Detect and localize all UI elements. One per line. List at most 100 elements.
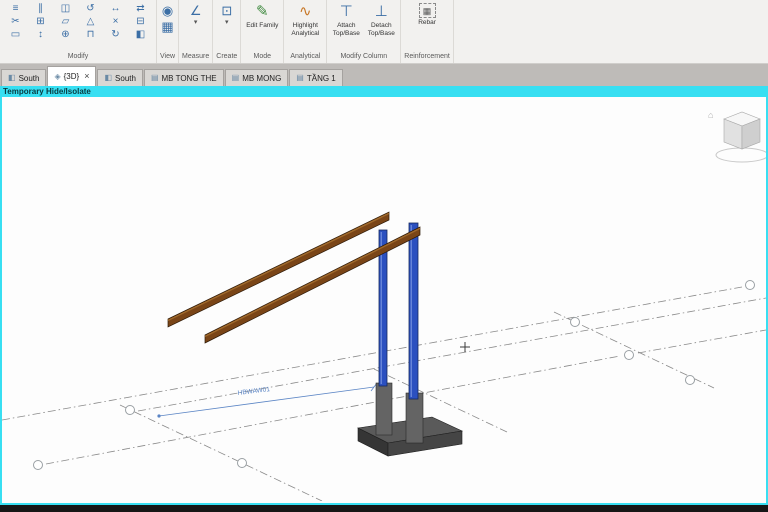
ribbon-panel-reinforcement: ▦Rebar Reinforcement (401, 0, 454, 63)
grid-bubble[interactable] (625, 351, 634, 360)
edit-family-button[interactable]: ✎Edit Family (244, 2, 280, 30)
viewcube-home-icon[interactable]: ⌂ (708, 110, 713, 120)
dropdown-arrow-icon[interactable]: ▾ (194, 20, 198, 26)
create-group-icon[interactable]: ⊡ (221, 4, 232, 18)
trim-icon[interactable]: △ (78, 15, 103, 28)
visibility-icon[interactable]: ◉ (162, 4, 173, 18)
view-tab-3d[interactable]: ◈ {3D} × (47, 66, 96, 86)
unjoin-icon[interactable]: ↻ (103, 28, 128, 41)
join-icon[interactable]: ⊕ (53, 28, 78, 41)
attach-top-base-icon: ⊤ (340, 3, 353, 21)
panel-label: View (160, 52, 175, 62)
modify-icon-grid: ≡∥◫↺↔⇄ ✂⊞▱△×⊟ ▭↕⊕⊓↻◧ (3, 2, 153, 41)
measure-icon[interactable]: ∠ (190, 4, 202, 18)
panel-label: Create (216, 52, 237, 62)
elevation-icon: ◧ (8, 74, 16, 82)
rotate-icon[interactable]: ↺ (78, 2, 103, 15)
cope-icon[interactable]: ⊓ (78, 28, 103, 41)
tab-label: {3D} (64, 72, 80, 81)
steel-column[interactable] (409, 223, 418, 399)
rebar-label: Rebar (418, 19, 436, 27)
match-icon[interactable]: ▭ (3, 28, 28, 41)
grid-bubble[interactable] (238, 459, 247, 468)
dropdown-arrow-icon[interactable]: ▾ (225, 20, 229, 26)
detach-top-base-label: Detach Top/Base (365, 22, 397, 37)
elevation-icon: ◧ (104, 74, 112, 82)
plan-icon: ▤ (232, 74, 240, 82)
tab-label: South (115, 74, 136, 83)
status-bar (0, 505, 768, 512)
panel-body: ▦Rebar (404, 2, 450, 52)
panel-body: ≡∥◫↺↔⇄ ✂⊞▱△×⊟ ▭↕⊕⊓↻◧ (3, 2, 153, 52)
view-tab-bar: ◧South◈{3D}×◧South▤MB TONG THE▤MB MONG▤T… (0, 64, 768, 86)
ribbon-panel-modify: ≡∥◫↺↔⇄ ✂⊞▱△×⊟ ▭↕⊕⊓↻◧ Modify (0, 0, 157, 63)
view-tab-mb-tong-the[interactable]: ▤MB TONG THE (144, 69, 224, 86)
ribbon-panel-modify-column: ⊤Attach Top/Base⊥Detach Top/BaseModify C… (327, 0, 401, 63)
panel-label: Modify (3, 52, 153, 62)
panel-body: ✎Edit Family (244, 2, 280, 52)
view-tab-mb-mong[interactable]: ▤MB MONG (225, 69, 289, 86)
delete-icon[interactable]: × (103, 15, 128, 28)
ribbon-panel-create: ⊡▾Create (213, 0, 241, 63)
tab-label: South (19, 74, 40, 83)
grid-bubble[interactable] (126, 406, 135, 415)
edit-family-label: Edit Family (246, 22, 278, 30)
panel-label: Reinforcement (404, 52, 450, 62)
concrete-pedestal[interactable] (406, 393, 423, 443)
panel-body: ⊤Attach Top/Base⊥Detach Top/Base (330, 2, 397, 52)
view-tools: ◉▦ (161, 2, 173, 34)
offset-icon[interactable]: ∥ (28, 2, 53, 15)
ribbon: ≡∥◫↺↔⇄✂⊞▱△×⊟▭↕⊕⊓↻◧Modify◉▦View∠▾Measure⊡… (0, 0, 768, 64)
rebar-button[interactable]: ▦Rebar (409, 2, 445, 27)
plan-icon: ▤ (151, 74, 159, 82)
mirror-icon[interactable]: ◫ (53, 2, 78, 15)
align-icon[interactable]: ≡ (3, 2, 28, 15)
temporary-hide-isolate-banner: Temporary Hide/Isolate (0, 86, 768, 97)
rebar-icon: ▦ (419, 3, 436, 18)
copy-icon[interactable]: ⇄ (128, 2, 153, 15)
split-icon[interactable]: ✂ (3, 15, 28, 28)
view-tab-south[interactable]: ◧South (1, 69, 46, 86)
ribbon-panel-mode: ✎Edit FamilyMode (241, 0, 284, 63)
3d-view-icon: ◈ (54, 73, 60, 81)
edit-family-icon: ✎ (256, 3, 269, 21)
highlight-analytical-button[interactable]: ∿Highlight Analytical (287, 2, 323, 37)
extend-icon[interactable]: ↕ (28, 28, 53, 41)
dimension-start-dot (157, 414, 160, 417)
grid-bubble[interactable] (571, 318, 580, 327)
tab-label: TẦNG 1 (307, 74, 336, 83)
grid-line[interactable] (638, 330, 766, 353)
panel-body: ∠▾ (182, 2, 209, 52)
grid-bubble[interactable] (34, 461, 43, 470)
ribbon-panel-view: ◉▦View (157, 0, 179, 63)
attach-top-base-button[interactable]: ⊤Attach Top/Base (330, 2, 362, 37)
viewcube-compass-ring[interactable] (716, 148, 766, 162)
view-tab-south[interactable]: ◧South (97, 69, 142, 86)
panel-body: ∿Highlight Analytical (287, 2, 323, 52)
paint-icon[interactable]: ◧ (128, 28, 153, 41)
highlight-analytical-icon: ∿ (299, 3, 312, 21)
array-icon[interactable]: ⊞ (28, 15, 53, 28)
scale-icon[interactable]: ▱ (53, 15, 78, 28)
pin-icon[interactable]: ⊟ (128, 15, 153, 28)
view-tab-t-ng-1[interactable]: ▤TẦNG 1 (289, 69, 342, 86)
3d-scene: HBWAW01 ⌂ (2, 97, 766, 501)
grid-bubble[interactable] (746, 281, 755, 290)
grid-line[interactable] (138, 298, 766, 411)
grid-line[interactable] (120, 405, 322, 501)
dimension-label[interactable]: HBWAW01 (237, 386, 270, 397)
attach-top-base-label: Attach Top/Base (330, 22, 362, 37)
ribbon-panel-measure: ∠▾Measure (179, 0, 213, 63)
close-tab-icon[interactable]: × (84, 72, 89, 81)
panel-body: ◉▦ (160, 2, 175, 52)
drawing-area[interactable]: HBWAW01 ⌂ (0, 97, 768, 505)
move-icon[interactable]: ↔ (103, 2, 128, 15)
detach-top-base-icon: ⊥ (375, 3, 388, 21)
detach-top-base-button[interactable]: ⊥Detach Top/Base (365, 2, 397, 37)
concrete-pedestal[interactable] (376, 383, 392, 435)
panel-label: Analytical (287, 52, 323, 62)
graphics-icon[interactable]: ▦ (161, 20, 173, 34)
grid-bubble[interactable] (686, 376, 695, 385)
panel-body: ⊡▾ (216, 2, 237, 52)
beam-highlight (205, 228, 420, 336)
